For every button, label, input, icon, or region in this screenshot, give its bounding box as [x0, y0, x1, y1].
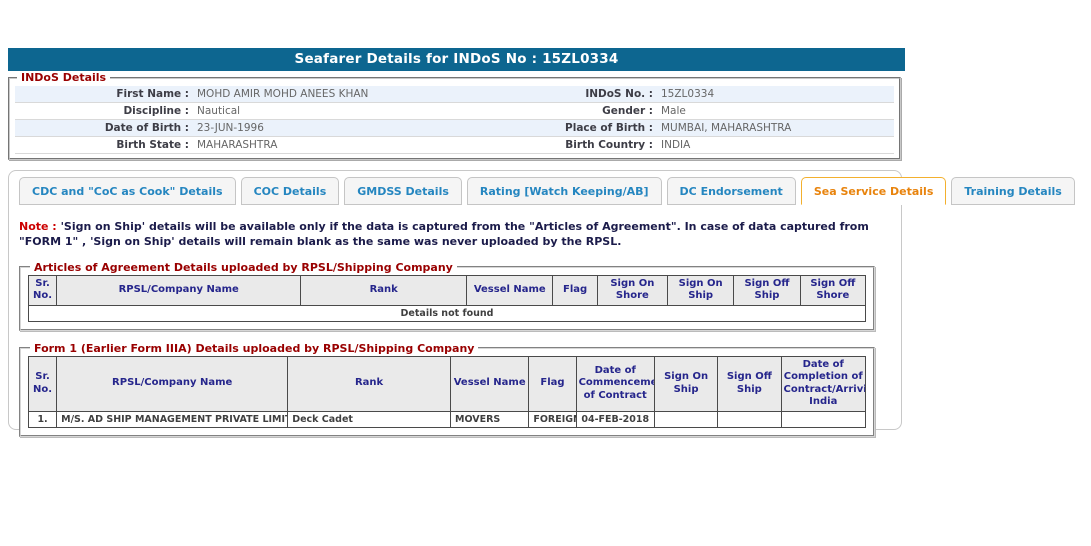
tab-coc-details[interactable]: COC Details — [241, 177, 340, 205]
birth-state-label: Birth State : — [15, 139, 193, 151]
detail-row: Discipline : Nautical Gender : Male — [15, 103, 894, 120]
cell-rank: Deck Cadet — [288, 411, 451, 427]
tab-dc-endorsement[interactable]: DC Endorsement — [667, 177, 796, 205]
cell-date-of-commencement: 04-FEB-2018 — [576, 411, 654, 427]
col-rank: Rank — [301, 275, 467, 305]
col-sign-on-shore: Sign On Shore — [597, 275, 667, 305]
place-of-birth-value: MUMBAI, MAHARASHTRA — [657, 122, 894, 134]
col-sign-off-shore: Sign Off Shore — [800, 275, 865, 305]
col-rank: Rank — [288, 356, 451, 411]
seafarer-details-page: Seafarer Details for INDoS No : 15ZL0334… — [0, 48, 1091, 546]
sign-on-ship-note: Note : 'Sign on Ship' details will be av… — [19, 220, 889, 250]
tab-rating-watch-keeping-ab[interactable]: Rating [Watch Keeping/AB] — [467, 177, 662, 205]
col-sr-no: Sr. No. — [29, 275, 57, 305]
discipline-label: Discipline : — [15, 105, 193, 117]
col-sign-off-ship: Sign Off Ship — [734, 275, 800, 305]
col-sr-no: Sr. No. — [29, 356, 57, 411]
table-header-row: Sr. No. RPSL/Company Name Rank Vessel Na… — [29, 356, 866, 411]
detail-row: Birth State : MAHARASHTRA Birth Country … — [15, 137, 894, 154]
empty-row: Details not found — [29, 305, 866, 321]
place-of-birth-label: Place of Birth : — [545, 122, 657, 134]
indos-details-legend: INDoS Details — [17, 71, 110, 84]
col-sign-off-ship: Sign Off Ship — [718, 356, 781, 411]
cell-sr-no: 1. — [29, 411, 57, 427]
cell-sign-on-ship — [654, 411, 717, 427]
cell-date-of-completion — [781, 411, 865, 427]
table-row: 1. M/S. AD SHIP MANAGEMENT PRIVATE LIMIT… — [29, 411, 866, 427]
col-flag: Flag — [553, 275, 597, 305]
first-name-label: First Name : — [15, 88, 193, 100]
cell-vessel-name: MOVERS — [450, 411, 528, 427]
indos-no-value: 15ZL0334 — [657, 88, 894, 100]
detail-row: First Name : MOHD AMIR MOHD ANEES KHAN I… — [15, 86, 894, 103]
indos-no-label: INDoS No. : — [545, 88, 657, 100]
form1-details-fieldset: Form 1 (Earlier Form IIIA) Details uploa… — [19, 342, 875, 437]
sea-service-panel: CDC and "CoC as Cook" Details COC Detail… — [8, 170, 902, 430]
birth-country-value: INDIA — [657, 139, 894, 151]
cell-sign-off-ship — [718, 411, 781, 427]
gender-label: Gender : — [545, 105, 657, 117]
form1-details-legend: Form 1 (Earlier Form IIIA) Details uploa… — [30, 342, 478, 355]
discipline-value: Nautical — [193, 105, 545, 117]
articles-of-agreement-fieldset: Articles of Agreement Details uploaded b… — [19, 261, 875, 331]
tab-cdc-coc-as-cook-details[interactable]: CDC and "CoC as Cook" Details — [19, 177, 236, 205]
birth-country-label: Birth Country : — [545, 139, 657, 151]
note-text: 'Sign on Ship' details will be available… — [19, 220, 869, 248]
cell-rpsl-company-name: M/S. AD SHIP MANAGEMENT PRIVATE LIMITED. — [57, 411, 288, 427]
details-not-found-message: Details not found — [29, 305, 866, 321]
col-date-of-completion: Date of Completion of Contract/Arriving … — [781, 356, 865, 411]
tab-strip: CDC and "CoC as Cook" Details COC Detail… — [9, 171, 901, 205]
col-date-of-commencement: Date of Commencement of Contract — [576, 356, 654, 411]
page-title: Seafarer Details for INDoS No : 15ZL0334 — [8, 48, 905, 71]
detail-row: Date of Birth : 23-JUN-1996 Place of Bir… — [15, 120, 894, 137]
table-header-row: Sr. No. RPSL/Company Name Rank Vessel Na… — [29, 275, 866, 305]
date-of-birth-value: 23-JUN-1996 — [193, 122, 545, 134]
tab-gmdss-details[interactable]: GMDSS Details — [344, 177, 462, 205]
col-rpsl-company-name: RPSL/Company Name — [57, 356, 288, 411]
col-sign-on-ship: Sign On Ship — [654, 356, 717, 411]
col-sign-on-ship: Sign On Ship — [668, 275, 734, 305]
indos-details-fieldset: INDoS Details First Name : MOHD AMIR MOH… — [8, 71, 901, 160]
first-name-value: MOHD AMIR MOHD ANEES KHAN — [193, 88, 545, 100]
note-prefix: Note : — [19, 220, 57, 233]
col-vessel-name: Vessel Name — [467, 275, 553, 305]
date-of-birth-label: Date of Birth : — [15, 122, 193, 134]
form1-details-table: Sr. No. RPSL/Company Name Rank Vessel Na… — [28, 356, 866, 428]
tab-training-details[interactable]: Training Details — [951, 177, 1074, 205]
birth-state-value: MAHARASHTRA — [193, 139, 545, 151]
cell-flag: FOREIGN — [529, 411, 576, 427]
col-flag: Flag — [529, 356, 576, 411]
articles-of-agreement-table: Sr. No. RPSL/Company Name Rank Vessel Na… — [28, 275, 866, 322]
col-rpsl-company-name: RPSL/Company Name — [57, 275, 301, 305]
col-vessel-name: Vessel Name — [450, 356, 528, 411]
gender-value: Male — [657, 105, 894, 117]
tab-sea-service-details[interactable]: Sea Service Details — [801, 177, 947, 205]
articles-of-agreement-legend: Articles of Agreement Details uploaded b… — [30, 261, 457, 274]
